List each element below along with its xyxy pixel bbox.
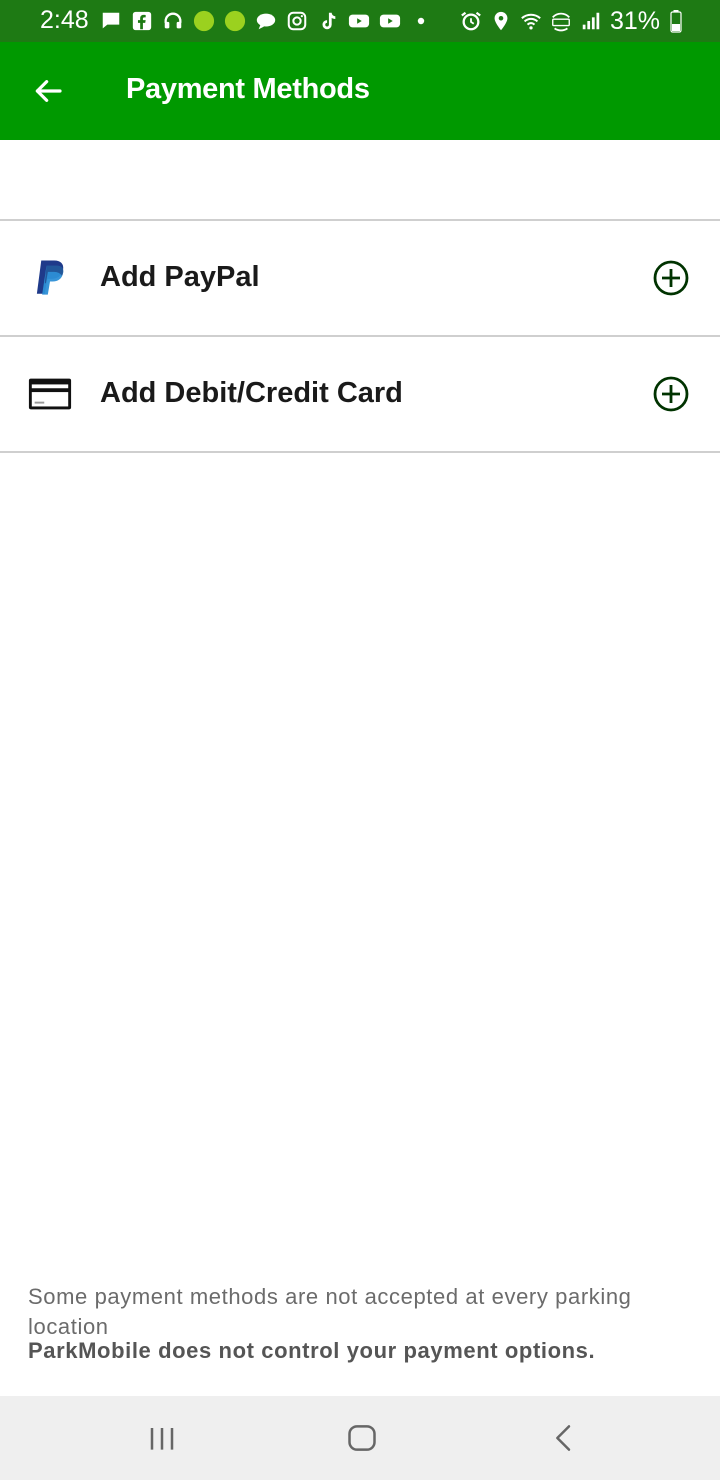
instagram-icon: [286, 10, 308, 32]
add-paypal-row[interactable]: Add PayPal: [0, 221, 720, 335]
youtube-icon: [348, 10, 370, 32]
plus-circle-icon[interactable]: [652, 259, 690, 297]
volte-icon: [550, 10, 572, 32]
battery-percentage: 31%: [609, 6, 660, 35]
status-time: 2:48: [40, 6, 89, 34]
alarm-icon: [460, 10, 482, 32]
dot-icon: [410, 10, 432, 32]
add-paypal-label: Add PayPal: [100, 261, 260, 293]
nav-back-button[interactable]: [540, 1414, 588, 1462]
divider: [0, 451, 720, 453]
paypal-icon: [26, 254, 74, 302]
app-icon: [224, 10, 246, 32]
location-icon: [490, 10, 512, 32]
tiktok-icon: [317, 10, 339, 32]
system-icons: 31%: [460, 6, 684, 36]
signal-icon: [580, 10, 602, 32]
payment-note: Some payment methods are not accepted at…: [28, 1284, 632, 1339]
add-card-label: Add Debit/Credit Card: [100, 377, 403, 409]
message-icon: [100, 10, 122, 32]
credit-card-icon: [26, 370, 74, 418]
status-bar: 2:48 31%: [0, 0, 720, 42]
back-button[interactable]: [26, 69, 70, 113]
plus-circle-icon[interactable]: [652, 375, 690, 413]
battery-icon: [668, 10, 684, 33]
youtube-icon: [379, 10, 401, 32]
app-icon: [193, 10, 215, 32]
app-bar: Payment Methods: [0, 42, 720, 140]
recent-apps-button[interactable]: [138, 1414, 186, 1462]
chat-bubble-icon: [255, 10, 277, 32]
home-icon: [348, 1425, 376, 1451]
headphones-icon: [162, 10, 184, 32]
notification-icons: [100, 8, 432, 34]
recent-apps-icon: [150, 1428, 174, 1450]
payment-note-bold: ParkMobile does not control your payment…: [28, 1338, 596, 1363]
page-title: Payment Methods: [126, 73, 370, 105]
arrow-left-icon: [35, 80, 62, 102]
home-button[interactable]: [338, 1414, 386, 1462]
facebook-icon: [131, 10, 153, 32]
wifi-icon: [520, 10, 542, 32]
navigation-bar: [0, 1396, 720, 1480]
chevron-left-icon: [556, 1425, 571, 1451]
add-card-row[interactable]: Add Debit/Credit Card: [0, 337, 720, 451]
